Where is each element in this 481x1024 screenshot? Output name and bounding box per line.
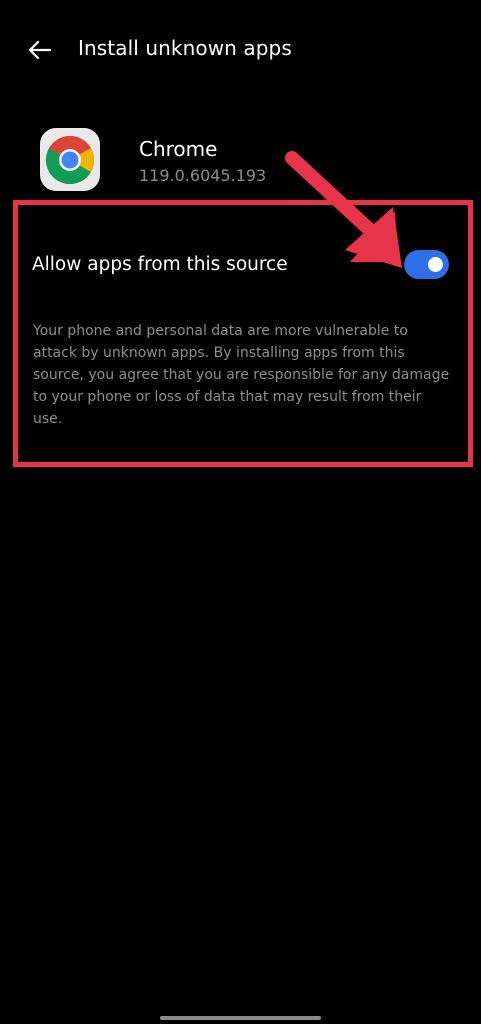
allow-source-label: Allow apps from this source: [32, 254, 288, 275]
back-button[interactable]: [22, 34, 58, 66]
app-version: 119.0.6045.193: [139, 166, 267, 185]
app-name: Chrome: [139, 137, 218, 161]
arrow-left-icon: [28, 40, 52, 60]
allow-source-toggle[interactable]: [404, 250, 449, 279]
home-indicator[interactable]: [160, 1016, 321, 1020]
app-info: Chrome 119.0.6045.193: [0, 128, 481, 198]
app-bar: Install unknown apps: [0, 20, 481, 80]
chrome-icon: [40, 128, 100, 191]
warning-description: Your phone and personal data are more vu…: [33, 323, 450, 427]
toggle-knob: [428, 257, 443, 272]
page-title: Install unknown apps: [78, 36, 292, 60]
